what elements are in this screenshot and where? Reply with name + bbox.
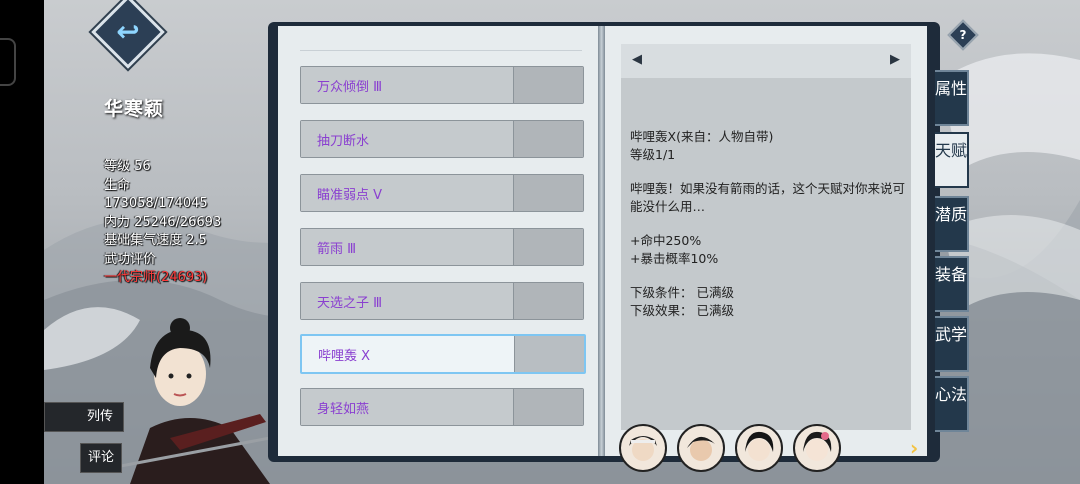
back-arrow-icon: ↩ bbox=[116, 14, 140, 48]
divider bbox=[300, 50, 582, 51]
talent-name: 哔哩轰 Ⅹ bbox=[318, 349, 371, 364]
book-spine bbox=[598, 26, 605, 456]
talent-item[interactable]: 瞄准弱点 Ⅴ bbox=[300, 174, 584, 212]
detail-effect: +命中250% bbox=[630, 233, 702, 248]
stat-level: 等级 56 bbox=[104, 159, 151, 174]
detail-description: 哔哩轰！如果没有箭雨的话，这个天赋对你来说可能没什么用… bbox=[630, 181, 906, 214]
character-stats: 等级 56 生命 173058/174045 内力 25246/26693 基础… bbox=[104, 158, 221, 288]
talent-name: 天选之子 Ⅲ bbox=[317, 296, 383, 311]
next-page-arrow-icon[interactable]: › bbox=[910, 436, 918, 460]
tab-martial-arts[interactable]: 武学 bbox=[935, 316, 969, 372]
talent-item[interactable]: 箭雨 Ⅲ bbox=[300, 228, 584, 266]
next-arrow-icon[interactable]: ▶ bbox=[890, 52, 900, 67]
detail-next-condition: 下级条件： 已满级 bbox=[630, 285, 734, 300]
stat-hp-value: 173058/174045 bbox=[104, 196, 208, 211]
party-member-avatar[interactable] bbox=[677, 424, 725, 472]
talent-item[interactable]: 身轻如燕 bbox=[300, 388, 584, 426]
stat-hp-label: 生命 bbox=[104, 177, 131, 193]
party-member-avatar[interactable] bbox=[793, 424, 841, 472]
talent-detail: 哔哩轰Ⅹ(来自：人物自带) 等级1/1 哔哩轰！如果没有箭雨的话，这个天赋对你来… bbox=[630, 128, 905, 319]
help-icon: ? bbox=[959, 28, 967, 42]
talent-item-selected[interactable]: 哔哩轰 Ⅹ bbox=[300, 334, 586, 374]
tab-potential[interactable]: 潜质 bbox=[935, 196, 969, 252]
detail-nav-bar bbox=[621, 44, 911, 78]
tab-mental-methods[interactable]: 心法 bbox=[935, 376, 969, 432]
party-member-avatar[interactable] bbox=[619, 424, 667, 472]
character-portrait bbox=[110, 318, 270, 484]
talent-slot bbox=[514, 389, 583, 425]
talent-item[interactable]: 抽刀断水 bbox=[300, 120, 584, 158]
screen-edge bbox=[0, 0, 44, 484]
tab-equipment[interactable]: 装备 bbox=[935, 256, 969, 312]
detail-next-effect: 下级效果： 已满级 bbox=[630, 302, 734, 318]
talent-slot bbox=[514, 121, 583, 157]
talent-name: 瞄准弱点 Ⅴ bbox=[317, 188, 383, 203]
talent-name: 抽刀断水 bbox=[317, 134, 370, 149]
talent-name: 身轻如燕 bbox=[317, 402, 370, 417]
detail-effect: +暴击概率10% bbox=[630, 250, 719, 266]
talent-slot bbox=[514, 67, 583, 103]
stat-rating-rank: 一代宗师(24693) bbox=[104, 270, 208, 285]
talent-slot bbox=[515, 336, 584, 372]
tab-talents[interactable]: 天赋 bbox=[935, 132, 969, 188]
talent-item[interactable]: 天选之子 Ⅲ bbox=[300, 282, 584, 320]
comment-button[interactable]: 评论 bbox=[80, 443, 122, 473]
tab-attributes[interactable]: 属性 bbox=[935, 70, 969, 126]
talent-slot bbox=[514, 175, 583, 211]
party-member-avatar[interactable] bbox=[735, 424, 783, 472]
talent-name: 箭雨 Ⅲ bbox=[317, 242, 357, 257]
detail-title: 哔哩轰Ⅹ(来自：人物自带) bbox=[630, 129, 774, 144]
talent-slot bbox=[514, 283, 583, 319]
detail-level: 等级1/1 bbox=[630, 146, 676, 162]
talent-name: 万众倾倒 Ⅲ bbox=[317, 80, 383, 95]
stat-speed: 基础集气速度 2.5 bbox=[104, 233, 207, 248]
prev-arrow-icon[interactable]: ◀ bbox=[632, 52, 642, 67]
stat-rating-label: 武功评价 bbox=[104, 251, 157, 267]
talent-item[interactable]: 万众倾倒 Ⅲ bbox=[300, 66, 584, 104]
stat-mp: 内力 25246/26693 bbox=[104, 214, 222, 230]
talent-slot bbox=[514, 229, 583, 265]
character-name: 华寒颖 bbox=[104, 98, 165, 120]
bio-button-label: 列传 bbox=[86, 409, 113, 424]
bio-button[interactable]: 列传 bbox=[44, 402, 124, 432]
